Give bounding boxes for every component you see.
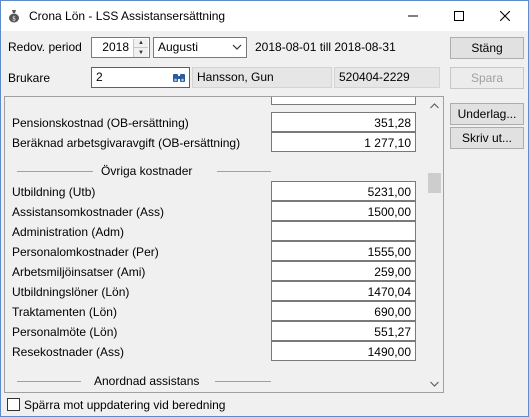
cost-row-label: Pensionskostnad (OB-ersättning) xyxy=(12,116,189,130)
cost-row-value[interactable]: 351,28 xyxy=(271,112,416,132)
chevron-up-icon xyxy=(430,102,439,108)
cost-row-value[interactable]: 5231,00 xyxy=(271,181,416,201)
section-title: Anordnad assistans xyxy=(94,374,200,388)
divider xyxy=(215,381,271,382)
minimize-icon xyxy=(408,15,418,17)
cost-row: Personalomkostnader (Per) 1555,00 xyxy=(5,241,425,261)
minimize-button[interactable] xyxy=(390,1,436,31)
year-value: 2018 xyxy=(102,40,129,54)
close-button[interactable] xyxy=(482,1,528,31)
cost-row-label: Personalomkostnader (Per) xyxy=(12,245,159,259)
cost-row: Traktamenten (Lön) 690,00 xyxy=(5,301,425,321)
scroll-down-button[interactable] xyxy=(426,375,443,392)
spin-down-icon[interactable]: ▼ xyxy=(134,48,148,57)
year-spin[interactable]: ▲ ▼ xyxy=(133,39,148,57)
section-ovriga-kostnader: Övriga kostnader xyxy=(5,162,425,180)
close-window-button[interactable]: Stäng xyxy=(450,37,524,59)
cost-row-value[interactable]: 1470,04 xyxy=(271,281,416,301)
cost-row: Personalmöte (Lön) 551,27 xyxy=(5,321,425,341)
cost-row-value[interactable]: 1 277,10 xyxy=(271,132,416,152)
brukare-id-value: 2 xyxy=(96,70,103,84)
cost-row-value[interactable]: 1500,00 xyxy=(271,201,416,221)
vertical-scrollbar[interactable] xyxy=(426,97,443,392)
section-anordnad-assistans: Anordnad assistans xyxy=(5,372,425,390)
save-button[interactable]: Spara xyxy=(450,67,524,89)
section-title: Övriga kostnader xyxy=(101,164,193,178)
money-bag-icon: $ xyxy=(9,10,19,23)
brukare-name-text: Hansson, Gun xyxy=(197,70,274,84)
app-window: $ Crona Lön - LSS Assistansersättning Re… xyxy=(0,0,529,417)
lock-update-label: Spärra mot uppdatering vid beredning xyxy=(24,398,226,412)
scroll-up-button[interactable] xyxy=(426,97,443,114)
cost-row: Utbildningslöner (Lön) 1470,04 xyxy=(5,281,425,301)
cost-row-value[interactable]: 259,00 xyxy=(271,261,416,281)
clipped-value-field xyxy=(271,97,416,105)
title-bar: $ Crona Lön - LSS Assistansersättning xyxy=(1,1,528,31)
brukare-personnr: 520404-2229 xyxy=(334,67,440,88)
brukare-id-input[interactable]: 2 xyxy=(91,67,190,88)
close-icon xyxy=(500,11,510,21)
cost-row-label: Administration (Adm) xyxy=(12,225,125,239)
brukare-name: Hansson, Gun xyxy=(192,67,332,88)
cost-row: Pensionskostnad (OB-ersättning) 351,28 xyxy=(5,112,425,132)
cost-row-label: Utbildning (Utb) xyxy=(12,185,96,199)
maximize-icon xyxy=(454,11,464,21)
cost-row-label: Traktamenten (Lön) xyxy=(12,305,117,319)
cost-row: Utbildning (Utb) 5231,00 xyxy=(5,181,425,201)
binoculars-icon[interactable] xyxy=(172,71,186,84)
cost-row-value[interactable]: 1555,00 xyxy=(271,241,416,261)
period-label: Redov. period xyxy=(8,40,82,54)
divider xyxy=(17,381,81,382)
cost-row-value[interactable]: 1490,00 xyxy=(271,341,416,361)
month-select[interactable]: Augusti xyxy=(153,37,247,58)
cost-row: Administration (Adm) xyxy=(5,221,425,241)
cost-row-value[interactable]: 551,27 xyxy=(271,321,416,341)
cost-row-label: Resekostnader (Ass) xyxy=(12,345,125,359)
cost-row: Assistansomkostnader (Ass) 1500,00 xyxy=(5,201,425,221)
cost-row-value[interactable]: 690,00 xyxy=(271,301,416,321)
cost-row: Resekostnader (Ass) 1490,00 xyxy=(5,341,425,361)
cost-row-label: Arbetsmiljöinsatser (Ami) xyxy=(12,265,146,279)
chevron-down-icon xyxy=(232,44,242,50)
year-stepper[interactable]: 2018 ▲ ▼ xyxy=(91,37,150,58)
cost-row-label: Utbildningslöner (Lön) xyxy=(12,285,130,299)
cost-row-label: Assistansomkostnader (Ass) xyxy=(12,205,165,219)
cost-row: Beräknad arbetsgivaravgift (OB-ersättnin… xyxy=(5,132,425,152)
window-title: Crona Lön - LSS Assistansersättning xyxy=(29,9,226,23)
clipped-row xyxy=(5,97,425,105)
print-button[interactable]: Skriv ut... xyxy=(450,127,524,149)
svg-text:$: $ xyxy=(12,16,16,23)
month-value: Augusti xyxy=(158,40,199,54)
chevron-down-icon xyxy=(430,381,439,387)
cost-panel[interactable]: Pensionskostnad (OB-ersättning) 351,28 B… xyxy=(4,96,444,393)
spin-up-icon[interactable]: ▲ xyxy=(134,39,148,48)
cost-row-label: Personalmöte (Lön) xyxy=(12,325,118,339)
period-range: 2018-08-01 till 2018-08-31 xyxy=(250,37,440,58)
cost-row-value[interactable] xyxy=(271,221,416,241)
scroll-thumb[interactable] xyxy=(428,173,441,193)
maximize-button[interactable] xyxy=(436,1,482,31)
lock-update-checkbox[interactable] xyxy=(7,398,20,411)
cost-row: Arbetsmiljöinsatser (Ami) 259,00 xyxy=(5,261,425,281)
brukare-personnr-text: 520404-2229 xyxy=(339,70,410,84)
period-range-text: 2018-08-01 till 2018-08-31 xyxy=(255,40,396,54)
cost-row-label: Beräknad arbetsgivaravgift (OB-ersättnin… xyxy=(12,136,241,150)
brukare-label: Brukare xyxy=(8,71,51,85)
divider xyxy=(217,171,271,172)
underlag-button[interactable]: Underlag... xyxy=(450,103,524,125)
divider xyxy=(17,171,93,172)
